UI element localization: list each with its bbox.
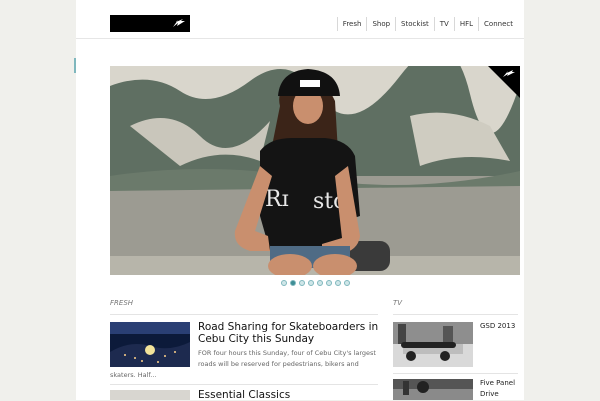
tv-title-line-2: Drive [480, 390, 499, 398]
nav-item-hfl[interactable]: HFL [453, 17, 478, 31]
post-thumbnail-road-sharing[interactable] [110, 322, 190, 367]
tv-thumbnail-five-panel-drive[interactable] [393, 379, 473, 400]
excerpt-line-2: roads will be reserved for pedestrians, … [198, 360, 359, 368]
post-excerpt-road-sharing: FOR four hours this Sunday, four of Cebu… [198, 348, 376, 370]
post-title-line-2: Cebu City this Sunday [198, 333, 315, 345]
hero-slider[interactable]: Rɪ sto [110, 66, 520, 275]
slider-dot-3[interactable] [299, 280, 305, 286]
tv-title-line-1: GSD 2013 [480, 322, 516, 330]
tv-thumbnail-gsd-2013[interactable] [393, 322, 473, 367]
tv-divider [393, 314, 518, 315]
skateboard-bw-image [393, 322, 473, 367]
svg-text:Rɪ: Rɪ [265, 187, 289, 212]
slider-dot-1[interactable] [281, 280, 287, 286]
page-container: Fresh Shop Stockist TV HFL Connect Rɪ st… [76, 0, 524, 401]
slider-dot-5[interactable] [317, 280, 323, 286]
accent-marker [74, 58, 76, 73]
hero-image: Rɪ sto [110, 66, 520, 275]
street-bw-image [393, 379, 473, 400]
slider-dot-2[interactable] [290, 280, 296, 286]
tv-section-label: TV [393, 299, 403, 307]
post-title-road-sharing[interactable]: Road Sharing for Skateboarders in Cebu C… [198, 321, 378, 345]
city-night-image [110, 322, 190, 367]
post-title-essential-classics[interactable]: Essential Classics [198, 389, 290, 401]
brand-mark-icon [173, 19, 185, 27]
slider-dot-6[interactable] [326, 280, 332, 286]
nav-item-tv[interactable]: TV [433, 17, 454, 31]
slider-dot-8[interactable] [344, 280, 350, 286]
excerpt-line-1: FOR four hours this Sunday, four of Cebu… [198, 349, 376, 357]
slider-pagination [281, 280, 350, 286]
slider-dot-7[interactable] [335, 280, 341, 286]
slider-dot-4[interactable] [308, 280, 314, 286]
nav-item-connect[interactable]: Connect [478, 17, 518, 31]
tv-item-divider [393, 373, 518, 374]
nav-item-fresh[interactable]: Fresh [336, 17, 367, 31]
post-thumbnail-essential-classics[interactable] [110, 390, 190, 400]
main-nav: Fresh Shop Stockist TV HFL Connect [336, 17, 518, 31]
tv-title-gsd-2013[interactable]: GSD 2013 [480, 321, 515, 332]
nav-item-shop[interactable]: Shop [366, 17, 395, 31]
site-logo[interactable] [110, 15, 190, 32]
fresh-divider [110, 314, 378, 315]
post-divider [110, 384, 378, 385]
post-title-line-1: Road Sharing for Skateboarders in [198, 321, 379, 333]
corner-brand-badge [488, 66, 520, 98]
tv-title-line-1: Five Panel [480, 379, 516, 387]
fresh-section-label: FRESH [110, 299, 134, 307]
nav-item-stockist[interactable]: Stockist [395, 17, 434, 31]
tv-title-five-panel-drive[interactable]: Five Panel Drive [480, 378, 515, 400]
site-header: Fresh Shop Stockist TV HFL Connect [76, 0, 524, 39]
post-excerpt-continued: skaters. Half... [110, 371, 157, 379]
